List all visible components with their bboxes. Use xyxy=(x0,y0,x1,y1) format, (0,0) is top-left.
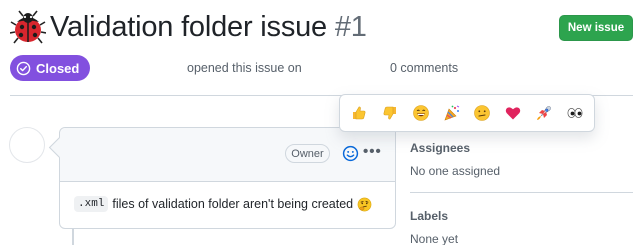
avatar[interactable] xyxy=(9,127,45,163)
comments-count: 0 comments xyxy=(390,61,459,75)
sidebar-divider xyxy=(410,192,633,193)
assignees-value: No one assigned xyxy=(410,164,501,178)
comment-card: Owner ••• .xml files of validation folde… xyxy=(59,127,396,229)
kebab-menu-icon[interactable]: ••• xyxy=(363,143,382,160)
issue-title-text: Validation folder issue xyxy=(50,11,327,43)
owner-badge: Owner xyxy=(285,144,330,163)
issue-title: Validation folder issue #1 xyxy=(50,8,367,46)
eyes-icon xyxy=(567,108,583,118)
thumbs-up-icon xyxy=(353,106,366,120)
confused-icon xyxy=(474,105,491,121)
reaction-laugh[interactable] xyxy=(409,101,433,125)
reaction-hooray[interactable] xyxy=(440,101,464,125)
reaction-thumbs-up[interactable] xyxy=(347,101,371,125)
ladybug-icon xyxy=(9,9,47,45)
party-popper-icon xyxy=(444,105,459,121)
reaction-thumbs-down[interactable] xyxy=(378,101,402,125)
opened-text: opened this issue on xyxy=(187,61,302,75)
status-badge: Closed xyxy=(10,55,90,81)
heart-icon xyxy=(505,107,521,120)
comment-body: .xml files of validation folder aren't b… xyxy=(74,196,372,212)
issue-number: #1 xyxy=(334,11,367,43)
assignees-heading[interactable]: Assignees xyxy=(410,141,470,155)
reaction-rocket[interactable] xyxy=(532,101,556,125)
inline-code: .xml xyxy=(74,196,109,212)
check-circle-icon xyxy=(16,61,31,75)
status-badge-label: Closed xyxy=(36,60,80,76)
thumbs-down-icon xyxy=(383,106,397,120)
rocket-icon xyxy=(536,106,551,120)
add-reaction-icon[interactable] xyxy=(342,145,359,162)
comment-text: files of validation folder aren't being … xyxy=(112,197,354,211)
reaction-confused[interactable] xyxy=(470,101,494,125)
reaction-eyes[interactable] xyxy=(563,101,587,125)
reaction-picker xyxy=(339,94,595,132)
new-issue-button[interactable]: New issue xyxy=(559,15,633,41)
labels-value: None yet xyxy=(410,232,459,245)
timeline-line xyxy=(72,228,74,245)
labels-heading[interactable]: Labels xyxy=(410,209,448,223)
reaction-heart[interactable] xyxy=(501,101,525,125)
laugh-icon xyxy=(413,105,429,121)
thinking-face-icon xyxy=(357,197,372,211)
